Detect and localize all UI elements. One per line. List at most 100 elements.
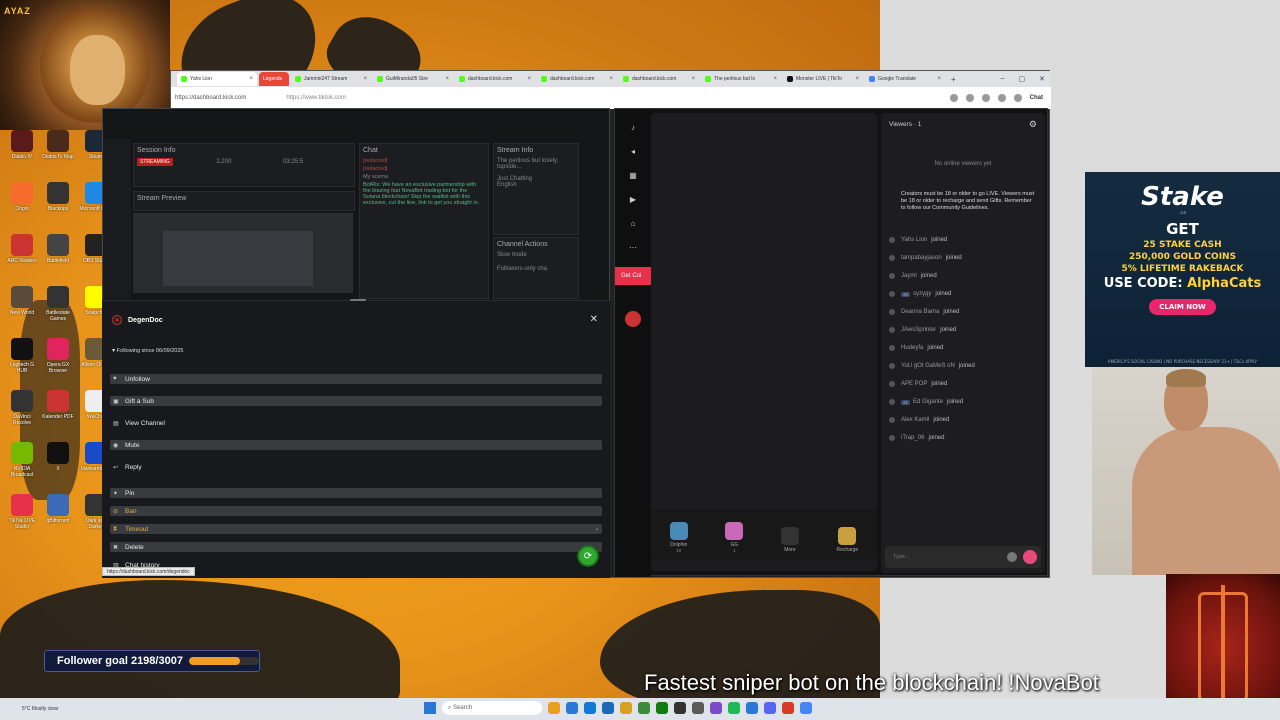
- taskbar-app-icon[interactable]: [656, 702, 668, 714]
- claim-now-button[interactable]: CLAIM NOW: [1149, 299, 1216, 315]
- video-icon[interactable]: ▶: [628, 195, 638, 205]
- calendar-icon[interactable]: ▦: [628, 171, 638, 181]
- get-coins-button[interactable]: Get Coi: [615, 267, 651, 285]
- browser-tab[interactable]: dashboard.kick.com ×: [619, 72, 699, 86]
- viewer-row[interactable]: iTrap_06 joined: [889, 435, 944, 441]
- gear-icon[interactable]: ⚙: [1029, 119, 1037, 130]
- desktop-icon[interactable]: Battlestate Games: [40, 286, 76, 322]
- heart-icon[interactable]: [1023, 550, 1037, 564]
- viewer-row[interactable]: APE POP joined: [889, 381, 947, 387]
- emoji-icon[interactable]: [1007, 552, 1017, 562]
- url-left[interactable]: https://dashboard.kick.com: [175, 95, 246, 101]
- desktop-icon[interactable]: ARC Raiders: [4, 234, 40, 264]
- new-tab-button[interactable]: +: [951, 75, 956, 84]
- gift-dolphin[interactable]: Dolphin 10: [669, 522, 688, 553]
- more-icon[interactable]: ⋯: [628, 243, 638, 253]
- action-delete[interactable]: ✖ Delete: [110, 542, 602, 552]
- gift-more[interactable]: More: [780, 527, 799, 553]
- desktop-icon[interactable]: Battlefield: [40, 234, 76, 264]
- tab-close-icon[interactable]: ×: [249, 76, 253, 82]
- tab-close-icon[interactable]: ×: [773, 76, 777, 82]
- desktop-icon[interactable]: Opera GX Browser: [40, 338, 76, 374]
- taskbar-app-icon[interactable]: [710, 702, 722, 714]
- extension-icon[interactable]: [981, 94, 990, 102]
- desktop-icon[interactable]: TikTok LIVE Studio: [4, 494, 40, 530]
- tab-close-icon[interactable]: ×: [527, 76, 531, 82]
- url-right[interactable]: https://www.tiktok.com: [286, 95, 345, 101]
- menu-icon[interactable]: [1013, 94, 1022, 102]
- desktop-icon[interactable]: Blackops: [40, 182, 76, 212]
- viewer-row[interactable]: 41 Ed Gigante joined: [889, 399, 963, 405]
- browser-tab[interactable]: Google Translate ×: [865, 72, 945, 86]
- profile-icon[interactable]: [997, 94, 1006, 102]
- windows-start-icon[interactable]: [424, 702, 436, 714]
- back-icon[interactable]: ◂: [628, 147, 638, 157]
- viewer-row[interactable]: JAwsSprinter joined: [889, 327, 956, 333]
- taskbar-app-icon[interactable]: [602, 702, 614, 714]
- action-gift-a-sub[interactable]: ▣ Gift a Sub: [110, 396, 602, 406]
- viewer-row[interactable]: tampabayjason joined: [889, 255, 962, 261]
- taskbar-app-icon[interactable]: [800, 702, 812, 714]
- action-mute[interactable]: ◉ Mute: [110, 440, 602, 450]
- popup-username[interactable]: DegenDoc: [128, 317, 163, 324]
- tab-close-icon[interactable]: ×: [445, 76, 449, 82]
- browser-tab[interactable]: GuiMiranda05 Stre ×: [373, 72, 453, 86]
- viewer-row[interactable]: Hudeyfa joined: [889, 345, 943, 351]
- close-icon[interactable]: ✕: [590, 314, 598, 325]
- taskbar-app-icon[interactable]: [764, 702, 776, 714]
- weather-widget[interactable]: 5°C Mostly clear: [22, 706, 58, 712]
- desktop-icon[interactable]: DaVinci Resolve: [4, 390, 40, 426]
- stream-preview-video[interactable]: [133, 213, 353, 293]
- minimize-button[interactable]: –: [1001, 75, 1005, 83]
- browser-tab[interactable]: Legends: [259, 72, 289, 86]
- tab-close-icon[interactable]: ×: [855, 76, 859, 82]
- tab-close-icon[interactable]: ×: [937, 76, 941, 82]
- taskbar-app-icon[interactable]: [728, 702, 740, 714]
- browser-tab[interactable]: Monster LIVE | TikTo ×: [783, 72, 863, 86]
- creator-avatar[interactable]: [625, 311, 641, 327]
- taskbar-app-icon[interactable]: [746, 702, 758, 714]
- viewer-row[interactable]: Yahs Lion joined: [889, 237, 947, 243]
- viewer-row[interactable]: Jaymi joined: [889, 273, 937, 279]
- taskbar-app-icon[interactable]: [674, 702, 686, 714]
- tab-close-icon[interactable]: ×: [691, 76, 695, 82]
- action-pin[interactable]: ✦ Pin: [110, 488, 602, 498]
- followers-only-toggle[interactable]: Followers-only cha: [497, 266, 575, 272]
- viewer-row[interactable]: YoU gOt GaMeS oN joined: [889, 363, 975, 369]
- desktop-icon[interactable]: X: [40, 442, 76, 472]
- action-reply[interactable]: ↩ Reply: [110, 462, 602, 472]
- taskbar-search[interactable]: ⌕ Search: [442, 701, 542, 715]
- gift-recharge[interactable]: Recharge: [837, 527, 858, 553]
- browser-tab[interactable]: dashboard.kick.com ×: [455, 72, 535, 86]
- desktop-icon[interactable]: New World: [4, 286, 40, 316]
- drag-handle[interactable]: [350, 299, 366, 301]
- viewer-row[interactable]: Deanna Bama joined: [889, 309, 959, 315]
- comment-input[interactable]: Type...: [885, 546, 1041, 568]
- close-window-button[interactable]: ✕: [1039, 75, 1045, 83]
- maximize-button[interactable]: ▢: [1019, 75, 1026, 83]
- translate-icon[interactable]: [949, 94, 958, 102]
- action-ban[interactable]: ⊘ Ban: [110, 506, 602, 516]
- browser-tab[interactable]: dashboard.kick.com ×: [537, 72, 617, 86]
- taskbar-app-icon[interactable]: [782, 702, 794, 714]
- bookmark-icon[interactable]: [965, 94, 974, 102]
- home-icon[interactable]: ⌂: [628, 219, 638, 229]
- desktop-icon[interactable]: Diablo IV Map: [40, 130, 76, 160]
- desktop-icon[interactable]: Diablo IV: [4, 130, 40, 160]
- desktop-icon[interactable]: NVIDIA Broadcast: [4, 442, 40, 478]
- viewer-row[interactable]: Alex Kamil joined: [889, 417, 949, 423]
- desktop-icon[interactable]: qBittorrent: [40, 494, 76, 524]
- action-unfollow[interactable]: ♥ Unfollow: [110, 374, 602, 384]
- slow-mode-toggle[interactable]: Slow mode: [497, 252, 575, 258]
- browser-tab[interactable]: Yahs Lion ×: [177, 72, 257, 86]
- desktop-icon[interactable]: Logitech G HUB: [4, 338, 40, 374]
- action-timeout[interactable]: ⧗ Timeout ›: [110, 524, 602, 534]
- taskbar-app-icon[interactable]: [620, 702, 632, 714]
- taskbar-app-icon[interactable]: [584, 702, 596, 714]
- gift-gg[interactable]: GG 1: [725, 522, 744, 553]
- refresh-icon[interactable]: ⟳: [577, 545, 599, 567]
- browser-tab[interactable]: Jammin247 Stream ×: [291, 72, 371, 86]
- desktop-icon[interactable]: Kalender PDF: [40, 390, 76, 420]
- tab-close-icon[interactable]: ×: [609, 76, 613, 82]
- viewer-row[interactable]: 46 syzygy joined: [889, 291, 951, 297]
